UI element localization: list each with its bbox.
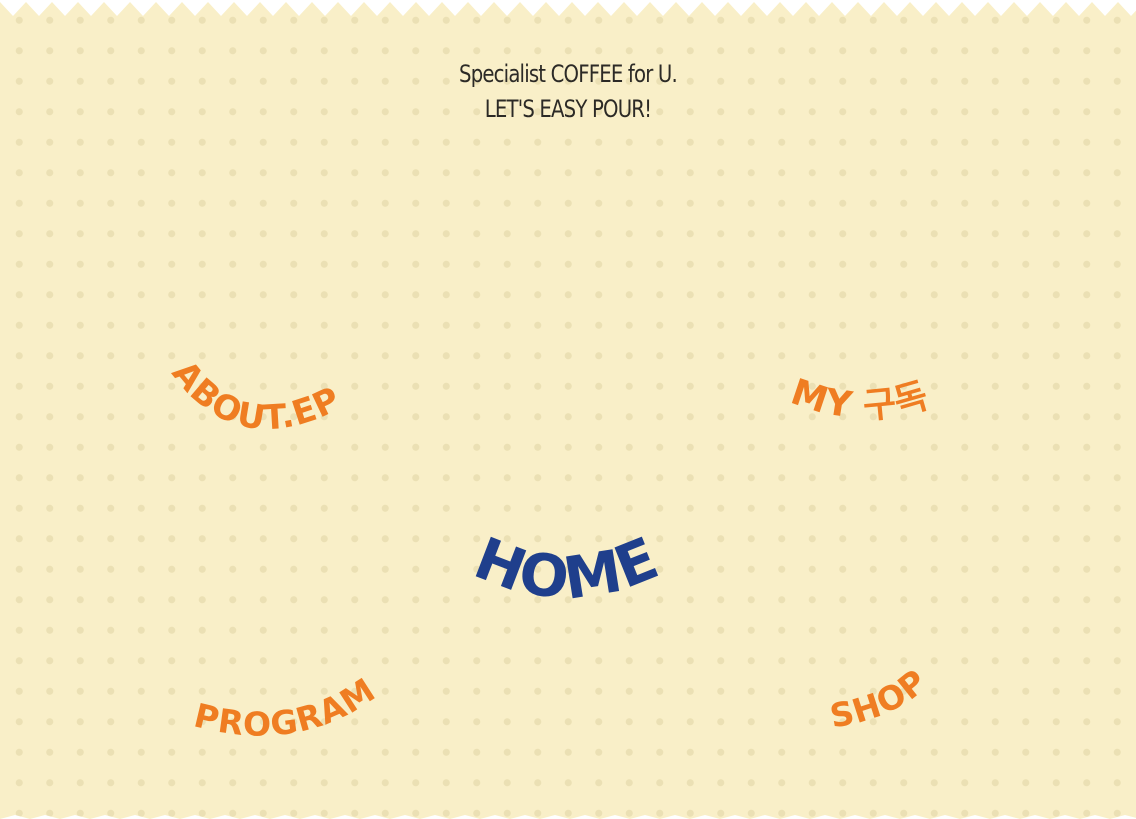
nav-my-subscription-link[interactable]: MY 구독 [786, 372, 934, 428]
nav-program-label: PROGRAM [190, 670, 381, 744]
nav-about-link[interactable]: ABOUT.EP [164, 353, 347, 438]
nav-my-subscription-label: MY 구독 [786, 372, 933, 428]
svg-text:ABOUT.EP: ABOUT.EP [164, 353, 347, 438]
svg-text:SHOP: SHOP [827, 661, 935, 736]
svg-text:HOME: HOME [466, 524, 668, 613]
nav-home-link[interactable]: HOME [466, 524, 668, 613]
nav-shop-link[interactable]: SHOP [827, 661, 935, 736]
nav-shop-label: SHOP [827, 661, 934, 736]
nav-home-label: HOME [466, 524, 667, 613]
nav-menu: ABOUT.EP MY 구독 HOME PROGRAM SHOP [164, 353, 935, 744]
svg-text:PROGRAM: PROGRAM [190, 670, 382, 744]
svg-text:MY 구독: MY 구독 [786, 372, 934, 428]
zigzag-bottom-edge [0, 815, 1136, 819]
nav-program-link[interactable]: PROGRAM [190, 670, 382, 744]
nav-about-label: ABOUT.EP [164, 353, 346, 438]
